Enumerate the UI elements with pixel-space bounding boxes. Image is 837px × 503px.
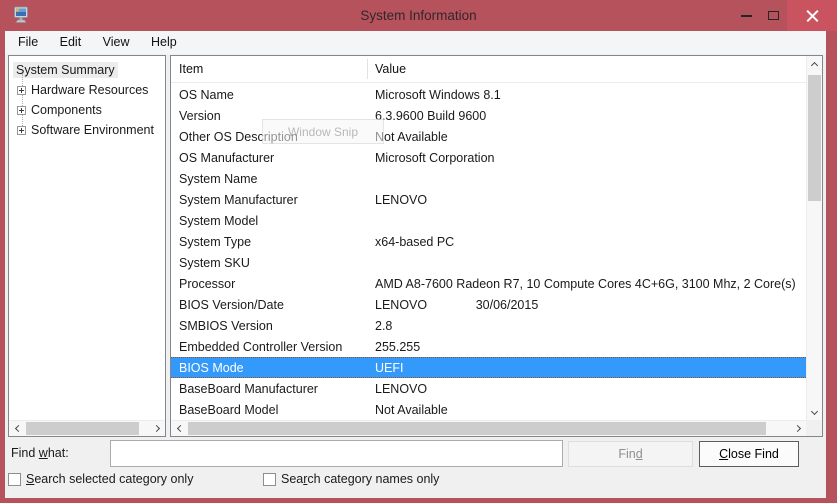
minimize-button[interactable] <box>733 0 760 31</box>
details-list-panel: Item Value OS NameMicrosoft Windows 8.1 … <box>170 55 823 437</box>
list-vscroll-thumb[interactable] <box>808 75 821 201</box>
tree-hscroll-thumb[interactable] <box>26 422 139 435</box>
list-row-embedded-controller-version[interactable]: Embedded Controller Version255.255 <box>171 336 806 357</box>
tree-guide-line <box>22 74 23 132</box>
list-row-system-sku[interactable]: System SKU <box>171 252 806 273</box>
find-what-label: Find what: <box>11 446 69 460</box>
list-row-baseboard-manufacturer[interactable]: BaseBoard ManufacturerLENOVO <box>171 378 806 399</box>
scroll-right-icon[interactable] <box>790 421 806 436</box>
list-row-os-manufacturer[interactable]: OS ManufacturerMicrosoft Corporation <box>171 147 806 168</box>
tree-item-components[interactable]: Components <box>9 100 165 120</box>
menu-help[interactable]: Help <box>142 31 186 54</box>
scroll-up-icon[interactable] <box>807 56 822 72</box>
menu-bar: File Edit View Help <box>5 31 826 54</box>
find-what-input[interactable] <box>110 440 563 467</box>
tree-item-hardware-resources[interactable]: Hardware Resources <box>9 80 165 100</box>
list-row-os-name[interactable]: OS NameMicrosoft Windows 8.1 <box>171 84 806 105</box>
list-row-smbios-version[interactable]: SMBIOS Version2.8 <box>171 315 806 336</box>
menu-file[interactable]: File <box>9 31 47 54</box>
list-vertical-scrollbar[interactable] <box>806 56 822 420</box>
column-separator[interactable] <box>367 59 368 79</box>
column-header-item[interactable]: Item <box>179 62 203 76</box>
list-row-processor[interactable]: ProcessorAMD A8-7600 Radeon R7, 10 Compu… <box>171 273 806 294</box>
close-icon <box>806 9 819 22</box>
tree-item-system-summary[interactable]: System Summary <box>9 60 165 80</box>
list-header[interactable]: Item Value <box>171 56 806 83</box>
list-row-baseboard-model[interactable]: BaseBoard ModelNot Available <box>171 399 806 420</box>
list-row-system-type[interactable]: System Typex64-based PC <box>171 231 806 252</box>
maximize-icon <box>768 11 779 20</box>
search-category-names-checkbox[interactable] <box>263 473 276 486</box>
title-bar[interactable]: System Information <box>0 0 837 31</box>
category-tree: System Summary Hardware Resources Compon… <box>9 56 165 140</box>
window-title: System Information <box>0 0 837 31</box>
search-category-names-label: Search category names only <box>281 472 439 486</box>
list-row-bios-mode-selected[interactable]: BIOS ModeUEFI <box>171 357 806 378</box>
scroll-down-icon[interactable] <box>807 404 822 420</box>
list-hscroll-thumb[interactable] <box>188 422 766 435</box>
search-selected-category-checkbox-row: Search selected category only <box>8 471 193 487</box>
scrollbar-corner <box>806 420 822 436</box>
system-information-window: { "window": { "title": "System Informati… <box>0 0 837 503</box>
tree-item-software-environment[interactable]: Software Environment <box>9 120 165 140</box>
expand-plus-icon[interactable] <box>17 106 26 115</box>
expand-plus-icon[interactable] <box>17 86 26 95</box>
window-snip-tooltip-ghost: Window Snip <box>262 119 384 144</box>
tree-item-label: Components <box>31 103 102 117</box>
maximize-button[interactable] <box>760 0 787 31</box>
expand-plus-icon[interactable] <box>17 126 26 135</box>
window-content: File Edit View Help System Summary Hardw… <box>5 31 826 498</box>
list-row-bios-version-date[interactable]: BIOS Version/DateLENOVO 30/06/2015 <box>171 294 806 315</box>
category-tree-panel: System Summary Hardware Resources Compon… <box>8 55 166 437</box>
list-row-system-manufacturer[interactable]: System ManufacturerLENOVO <box>171 189 806 210</box>
tree-item-label: Hardware Resources <box>31 83 148 97</box>
search-selected-category-label: Search selected category only <box>26 472 193 486</box>
close-button[interactable] <box>787 0 837 31</box>
search-category-names-checkbox-row: Search category names only <box>263 471 439 487</box>
scroll-left-icon[interactable] <box>9 421 25 436</box>
tree-item-label: Software Environment <box>31 123 154 137</box>
list-row-system-name[interactable]: System Name <box>171 168 806 189</box>
scroll-right-icon[interactable] <box>149 421 165 436</box>
close-find-button[interactable]: Close Find <box>699 441 799 467</box>
minimize-icon <box>741 15 752 17</box>
search-selected-category-checkbox[interactable] <box>8 473 21 486</box>
menu-view[interactable]: View <box>94 31 139 54</box>
column-header-value[interactable]: Value <box>375 62 406 76</box>
scroll-left-icon[interactable] <box>171 421 187 436</box>
find-button[interactable]: Find <box>568 441 693 467</box>
list-row-system-model[interactable]: System Model <box>171 210 806 231</box>
tree-horizontal-scrollbar[interactable] <box>9 420 165 436</box>
menu-edit[interactable]: Edit <box>51 31 91 54</box>
list-horizontal-scrollbar[interactable] <box>171 420 806 436</box>
